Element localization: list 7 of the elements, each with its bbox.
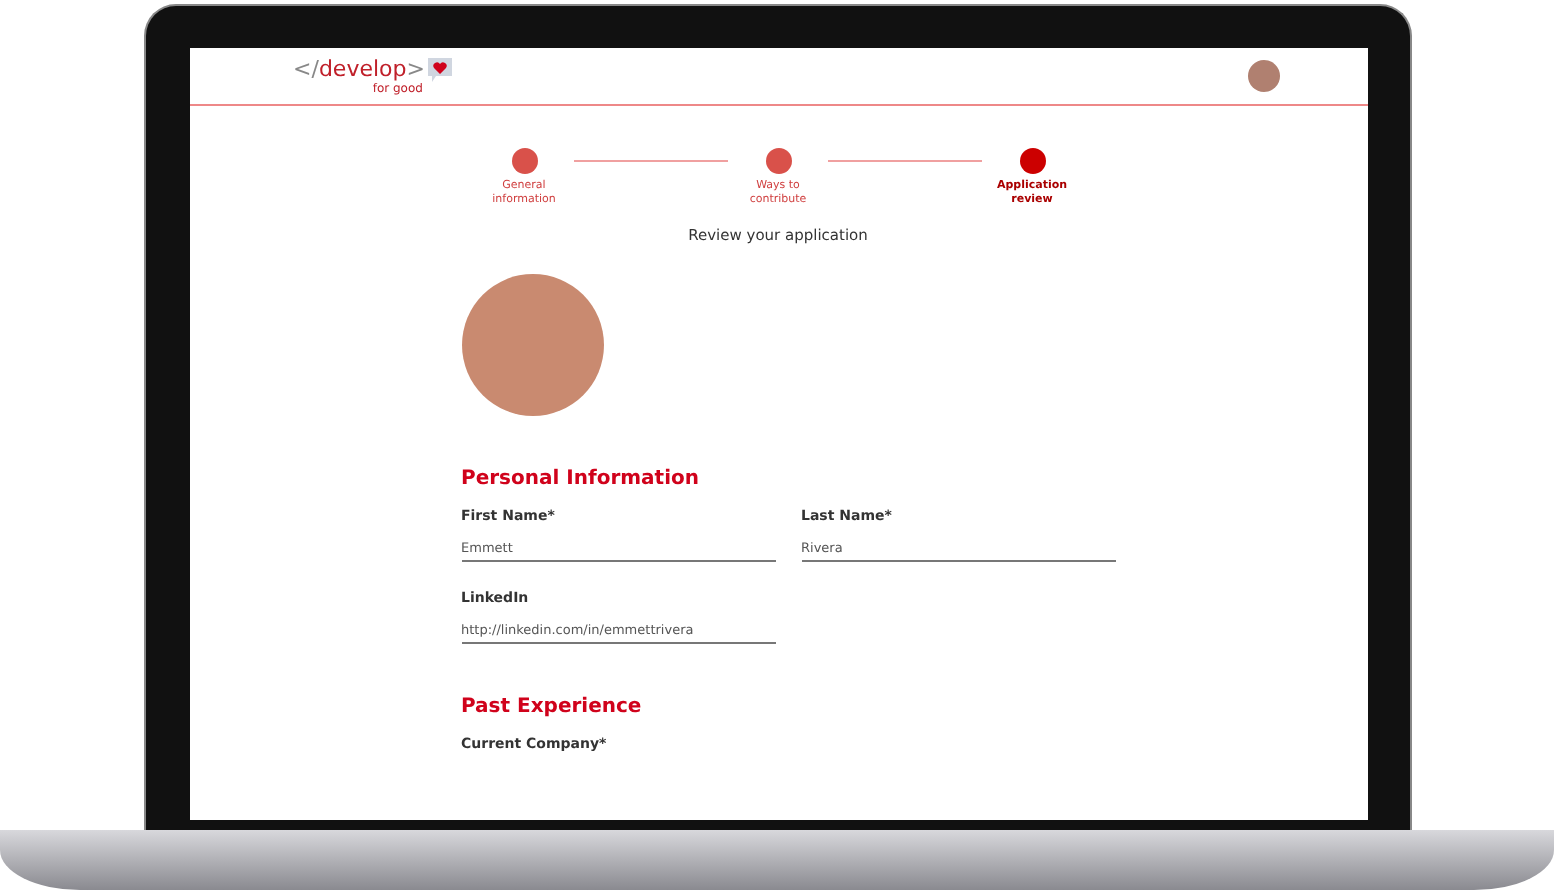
logo-word: develop: [318, 56, 407, 82]
heart-bubble-icon: [426, 57, 455, 81]
logo-code-mark: </: [293, 56, 319, 82]
logo-code-mark: >: [406, 56, 425, 82]
avatar[interactable]: [1247, 60, 1279, 92]
section-heading: Past Experience: [461, 696, 644, 719]
section-heading: Personal Information: [461, 468, 701, 491]
